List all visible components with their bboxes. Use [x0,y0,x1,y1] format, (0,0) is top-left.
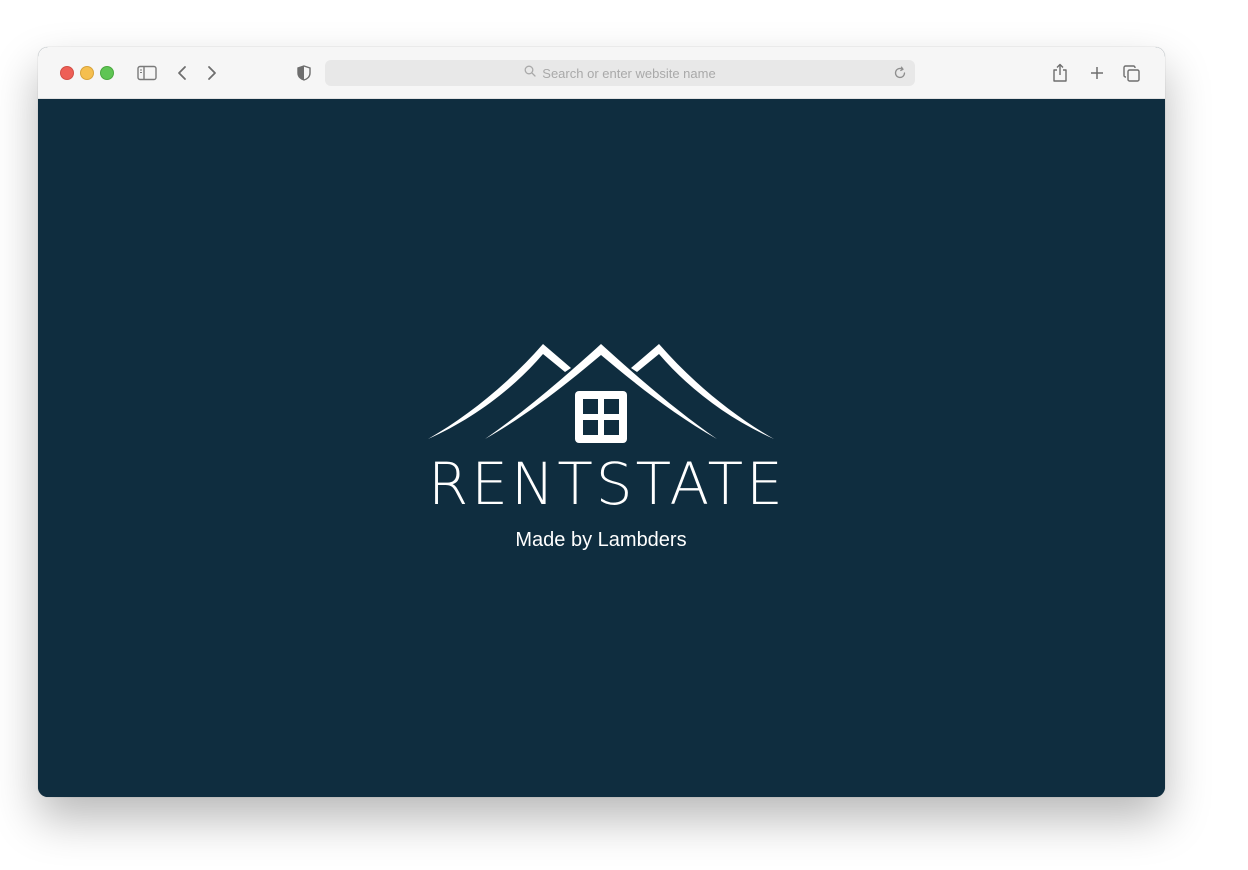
address-placeholder: Search or enter website name [542,65,716,81]
chevron-right-icon[interactable] [204,63,220,83]
browser-window: Search or enter website name RENTSTATE M… [38,47,1165,797]
house-roof-logo-icon [428,344,774,444]
plus-icon[interactable] [1088,64,1106,82]
minimize-window-button[interactable] [80,66,94,80]
shield-icon[interactable] [296,64,312,82]
reload-icon[interactable] [891,64,909,82]
search-icon [524,64,536,82]
page-content: RENTSTATE Made by Lambders [38,99,1165,797]
share-icon[interactable] [1051,62,1069,84]
maximize-window-button[interactable] [100,66,114,80]
address-bar[interactable]: Search or enter website name [325,60,915,86]
tagline: Made by Lambders [515,529,687,551]
tabs-overview-icon[interactable] [1122,64,1140,82]
browser-toolbar: Search or enter website name [38,47,1165,99]
brand-name: RENTSTATE [428,450,786,518]
chevron-left-icon[interactable] [174,63,190,83]
close-window-button[interactable] [60,66,74,80]
sidebar-icon[interactable] [137,63,157,83]
